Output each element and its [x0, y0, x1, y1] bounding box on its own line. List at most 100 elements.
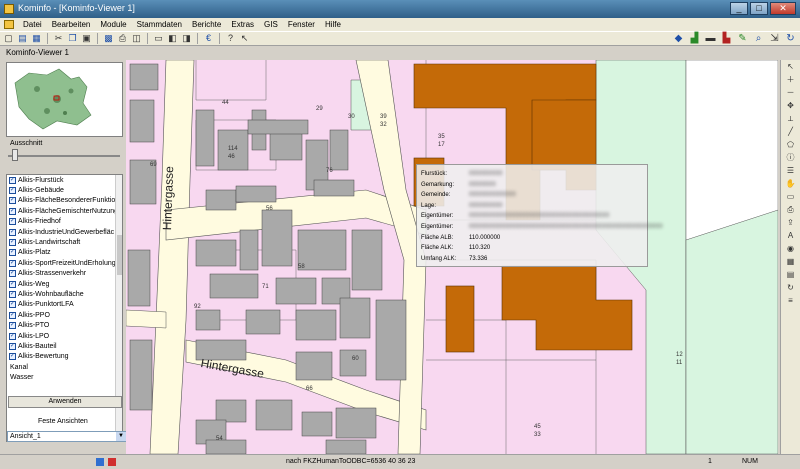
layer-item[interactable]: ✓ Alkis-Wohnbaufläche — [7, 289, 122, 299]
close-button[interactable]: ✕ — [770, 2, 796, 15]
layer-checkbox[interactable]: ✓ — [9, 322, 16, 330]
cascade-icon[interactable]: ◨ — [181, 33, 192, 44]
marker-icon[interactable]: ◉ — [786, 244, 796, 254]
menu-module[interactable]: Module — [95, 20, 131, 29]
fixed-views-select[interactable]: Ansicht_1 ▼ — [7, 431, 127, 442]
new-file-icon[interactable]: ▢ — [3, 33, 14, 44]
legend-icon[interactable]: ≡ — [786, 296, 796, 306]
layer-checkbox[interactable]: ✓ — [9, 342, 16, 350]
menu-datei[interactable]: Datei — [18, 20, 47, 29]
euro-icon[interactable]: € — [203, 33, 214, 44]
layer-item[interactable]: ✓ Alkis-Gebäude — [7, 185, 122, 195]
minimize-button[interactable]: _ — [730, 2, 748, 15]
zoom-out-icon[interactable]: － — [786, 88, 796, 98]
menu-extras[interactable]: Extras — [226, 20, 259, 29]
layer-checkbox[interactable]: ✓ — [9, 176, 16, 184]
refresh-icon[interactable]: ↻ — [785, 33, 796, 44]
layer-item[interactable]: ✓ Alkis-SportFreizeitUndErholung — [7, 258, 122, 268]
layer-checkbox[interactable]: ✓ — [9, 290, 16, 298]
layer-checkbox[interactable]: ✓ — [9, 228, 16, 236]
save-icon[interactable]: ▦ — [31, 33, 42, 44]
layer-item[interactable]: ✓ Alkis-Flurstück — [7, 175, 122, 185]
grid-icon[interactable]: ▩ — [103, 33, 114, 44]
print-map-icon[interactable]: ⎙ — [786, 205, 796, 215]
layer-item[interactable]: ✓ Alkis-Weg — [7, 279, 122, 289]
layer-checkbox[interactable]: ✓ — [9, 218, 16, 226]
map-canvas[interactable]: 44 29 30 39 32 35 17 114 46 76 69 56 58 71 92 60 66 45 33 1… — [126, 60, 778, 454]
apply-button[interactable]: Anwenden — [8, 396, 122, 408]
layer-checkbox[interactable]: ✓ — [9, 187, 16, 195]
text-icon[interactable]: A — [786, 231, 796, 241]
zoom-in-icon[interactable]: ＋ — [786, 75, 796, 85]
menu-fenster[interactable]: Fenster — [283, 20, 320, 29]
print-icon[interactable]: ⎙ — [117, 33, 128, 44]
list-item-wasser[interactable]: Wasser — [7, 372, 122, 382]
layer-checkbox[interactable]: ✓ — [9, 259, 16, 267]
select-tool-icon[interactable]: ▙ — [721, 33, 732, 44]
menu-bearbeiten[interactable]: Bearbeiten — [47, 20, 96, 29]
menu-gis[interactable]: GIS — [259, 20, 283, 29]
layer-checkbox[interactable]: ✓ — [9, 207, 16, 215]
layer-checkbox[interactable]: ✓ — [9, 353, 16, 361]
overview-map[interactable] — [6, 62, 123, 137]
grid-toggle-icon[interactable]: ▦ — [786, 257, 796, 267]
layer-checkbox[interactable]: ✓ — [9, 239, 16, 247]
table-icon[interactable]: ▤ — [786, 270, 796, 280]
export-icon[interactable]: ⇪ — [786, 218, 796, 228]
measure-tool-icon[interactable]: ▬ — [705, 33, 716, 44]
list-item-kanal[interactable]: Kanal — [7, 362, 122, 372]
cut-icon[interactable]: ✂ — [53, 33, 64, 44]
layer-item[interactable]: ✓ Alkis-Bauteil — [7, 341, 122, 351]
pan-icon[interactable]: ✥ — [786, 101, 796, 111]
layer-checkbox[interactable]: ✓ — [9, 197, 16, 205]
layer-tool-icon[interactable]: ◆ — [673, 33, 684, 44]
pointer-icon[interactable]: ↖ — [786, 62, 796, 72]
layer-item[interactable]: ✓ Alkis-IndustrieUndGewerbefläc — [7, 227, 122, 237]
layer-item[interactable]: ✓ Alkis-PunktortLFA — [7, 300, 122, 310]
layer-checkbox[interactable]: ✓ — [9, 280, 16, 288]
zoom-slider-track[interactable] — [8, 155, 120, 157]
zoom-label: Ausschnitt — [10, 140, 43, 147]
layer-item[interactable]: ✓ Alkis-Bewertung — [7, 352, 122, 362]
menu-berichte[interactable]: Berichte — [187, 20, 226, 29]
window-icon[interactable]: ▭ — [153, 33, 164, 44]
pan-tool-icon[interactable]: ⇲ — [769, 33, 780, 44]
info-icon[interactable]: ⓘ — [786, 153, 796, 163]
line-icon[interactable]: ╱ — [786, 127, 796, 137]
layer-item[interactable]: ✓ Alkis-Friedhof — [7, 217, 122, 227]
chevron-down-icon[interactable]: ▼ — [116, 432, 126, 441]
maximize-button[interactable]: □ — [750, 2, 768, 15]
layer-item[interactable]: ✓ Alkis-Platz — [7, 248, 122, 258]
copy-icon[interactable]: ❐ — [67, 33, 78, 44]
layer-item[interactable]: ✓ Alkis-FlächeBesondererFunktio — [7, 196, 122, 206]
pen-tool-icon[interactable]: ✎ — [737, 33, 748, 44]
open-folder-icon[interactable]: ▤ — [17, 33, 28, 44]
menu-hilfe[interactable]: Hilfe — [320, 20, 346, 29]
layer-icon[interactable]: ☰ — [786, 166, 796, 176]
refresh-map-icon[interactable]: ↻ — [786, 283, 796, 293]
measure-icon[interactable]: ⟂ — [786, 114, 796, 124]
layer-checkbox[interactable]: ✓ — [9, 311, 16, 319]
layer-item[interactable]: ✓ Alkis-PTO — [7, 320, 122, 330]
menu-stammdaten[interactable]: Stammdaten — [132, 20, 187, 29]
zoom-tool-icon[interactable]: ⌕ — [753, 33, 764, 44]
select-icon[interactable]: ▭ — [786, 192, 796, 202]
tile-icon[interactable]: ◧ — [167, 33, 178, 44]
context-help-icon[interactable]: ↖ — [239, 33, 250, 44]
preview-icon[interactable]: ◫ — [131, 33, 142, 44]
hand-icon[interactable]: ✋ — [786, 179, 796, 189]
zoom-slider-thumb[interactable] — [12, 149, 18, 161]
layer-item[interactable]: ✓ Alkis-PPO — [7, 310, 122, 320]
chart-tool-icon[interactable]: ▟ — [689, 33, 700, 44]
layer-checkbox[interactable]: ✓ — [9, 332, 16, 340]
layer-item[interactable]: ✓ Alkis-FlächeGemischterNutzung — [7, 206, 122, 216]
layer-item[interactable]: ✓ Alkis-Strassenverkehr — [7, 269, 122, 279]
layer-item[interactable]: ✓ Alkis-Landwirtschaft — [7, 237, 122, 247]
layer-item[interactable]: ✓ Alkis-LPO — [7, 331, 122, 341]
help-icon[interactable]: ? — [225, 33, 236, 44]
paste-icon[interactable]: ▣ — [81, 33, 92, 44]
layer-checkbox[interactable]: ✓ — [9, 270, 16, 278]
layer-checkbox[interactable]: ✓ — [9, 301, 16, 309]
layer-checkbox[interactable]: ✓ — [9, 249, 16, 257]
polygon-icon[interactable]: ⬠ — [786, 140, 796, 150]
